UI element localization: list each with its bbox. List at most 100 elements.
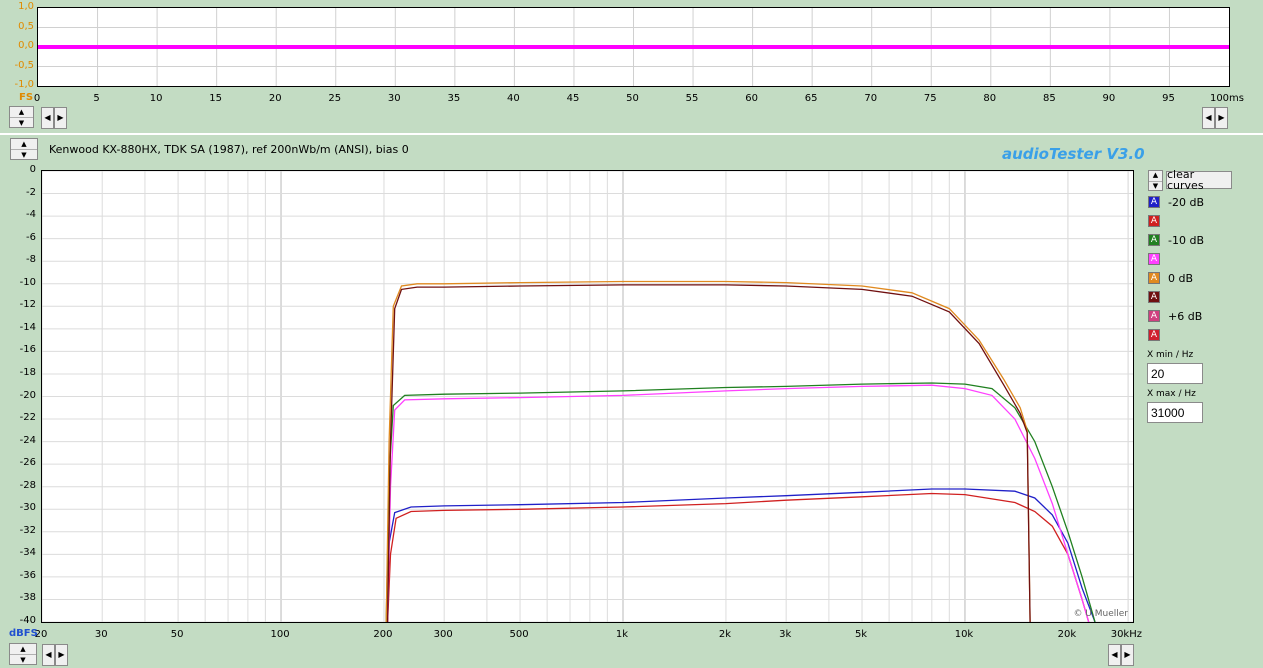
legend-item[interactable]: A -10 dB [1148,232,1204,248]
spinner-down-icon[interactable]: ▼ [11,149,37,160]
time-y-tick-label: -1,0 [14,79,34,90]
legend-item[interactable]: A [1148,213,1160,229]
time-y-tick-label: 0,0 [18,40,34,51]
xmax-label: X max / Hz [1147,389,1196,399]
time-plot-y-spinner[interactable]: ▲ ▼ [9,106,34,128]
level-tick-label: -14 [19,321,36,333]
frequency-tick-label: 5k [854,629,868,640]
time-plot-area[interactable] [37,7,1230,87]
time-x-tick-label: 55 [685,93,699,104]
main-plot-x-spinner[interactable]: ▲ ▼ [9,643,37,665]
frequency-plot-scroll-right-button[interactable]: ▶ [55,644,68,666]
curve-color-swatch[interactable]: A [1148,329,1160,341]
frequency-tick-label: 1k [615,629,629,640]
curve-selector-spinner[interactable]: ▲ ▼ [1148,170,1163,191]
curve-color-swatch[interactable]: A [1148,253,1160,265]
curve-color-swatch[interactable]: A [1148,310,1160,322]
time-x-tick-label: 75 [923,93,937,104]
frequency-plot-zoom-left-button[interactable]: ◀ [1108,644,1121,666]
clear-curves-button[interactable]: clear curves [1166,169,1232,191]
response-curve-2 [386,492,1090,622]
frequency-plot-y-unit: dBFS [9,628,38,639]
response-curve-4 [386,384,1090,622]
time-y-tick-label: 1,0 [18,1,34,12]
legend-label: -20 dB [1168,195,1204,209]
level-tick-label: -32 [19,524,36,536]
time-plot-scroll-right-button[interactable]: ▶ [54,107,67,129]
frequency-tick-label: 500 [509,629,529,640]
level-tick-label: -6 [26,231,36,243]
curve-color-swatch[interactable]: A [1148,291,1160,303]
time-x-tick-label: 90 [1102,93,1116,104]
spinner-up-icon[interactable]: ▲ [1149,171,1162,181]
level-tick-label: -12 [19,299,36,311]
frequency-plot-scroll-left-button[interactable]: ◀ [42,644,55,666]
frequency-tick-label: 30 [94,629,108,640]
frequency-plot-zoom-right-button[interactable]: ▶ [1121,644,1134,666]
time-x-tick-label: 80 [983,93,997,104]
app-brand: audioTester V3.0 [1002,145,1145,163]
legend-label: +6 dB [1168,309,1203,323]
frequency-tick-label: 30kHz [1110,629,1142,640]
spinner-down-icon[interactable]: ▼ [10,117,33,128]
level-tick-label: -24 [19,434,36,446]
time-x-tick-label: 70 [864,93,878,104]
level-tick-label: -28 [19,479,36,491]
time-x-tick-label: 35 [447,93,461,104]
time-plot-scroll-left-button[interactable]: ◀ [41,107,54,129]
time-x-tick-label: 5 [93,93,100,104]
time-x-tick-label: 60 [745,93,758,104]
level-tick-label: -4 [26,209,36,221]
xmax-input[interactable] [1147,402,1203,423]
legend-item[interactable]: A [1148,251,1160,267]
legend-item[interactable]: A 0 dB [1148,270,1193,286]
time-plot-zoom-right-button[interactable]: ▶ [1215,107,1228,129]
level-tick-label: -30 [19,502,36,514]
response-curve-6 [386,284,1031,622]
time-plot-y-unit: FS [19,92,34,103]
level-tick-label: -26 [19,457,36,469]
curve-color-swatch[interactable]: A [1148,234,1160,246]
curve-color-swatch[interactable]: A [1148,272,1160,284]
level-tick-label: -38 [19,592,36,604]
time-x-tick-label: 95 [1162,93,1175,104]
spinner-down-icon[interactable]: ▼ [10,654,36,665]
frequency-plot-area[interactable]: © U.Mueller [41,170,1134,623]
legend-item[interactable]: A [1148,289,1160,305]
panel-divider[interactable] [0,133,1263,135]
legend-label: 0 dB [1168,271,1194,285]
main-plot-y-spinner[interactable]: ▲ ▼ [10,138,38,160]
curve-color-swatch[interactable]: A [1148,215,1160,227]
legend-item[interactable]: A -20 dB [1148,194,1204,210]
level-tick-label: -16 [19,344,36,356]
frequency-plot-svg [42,171,1133,622]
time-x-tick-label: 15 [209,93,223,104]
level-tick-label: -20 [19,389,36,401]
curve-color-swatch[interactable]: A [1148,196,1160,208]
spinner-up-icon[interactable]: ▲ [10,107,33,117]
time-x-tick-label: 30 [387,93,401,104]
legend-item[interactable]: A +6 dB [1148,308,1202,324]
response-curve-5 [385,280,1031,622]
frequency-tick-label: 20k [1057,629,1077,640]
level-tick-label: -18 [19,366,36,378]
level-tick-label: -2 [26,186,36,198]
legend-item[interactable]: A [1148,327,1160,343]
xmin-label: X min / Hz [1147,350,1194,360]
legend-label: -10 dB [1168,233,1204,247]
level-tick-label: -40 [19,615,36,626]
time-x-tick-label: 0 [33,93,41,104]
frequency-tick-label: 50 [170,629,184,640]
level-tick-label: -8 [26,254,36,266]
time-plot-zoom-left-button[interactable]: ◀ [1202,107,1215,129]
frequency-tick-label: 300 [433,629,453,640]
frequency-tick-label: 100 [270,629,290,640]
level-tick-label: -34 [19,547,36,559]
level-tick-label: 0 [29,164,36,175]
spinner-up-icon[interactable]: ▲ [10,644,36,654]
time-y-tick-label: 0,5 [18,20,34,32]
spinner-up-icon[interactable]: ▲ [11,139,37,149]
spinner-down-icon[interactable]: ▼ [1149,180,1162,192]
time-x-tick-label: 25 [328,93,342,104]
xmin-input[interactable] [1147,363,1203,384]
